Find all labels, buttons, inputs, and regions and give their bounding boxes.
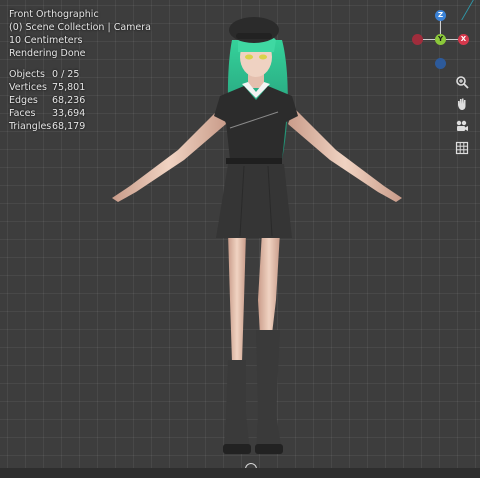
belt — [226, 158, 282, 164]
stat-row: Vertices 75,801 — [9, 81, 85, 94]
scale-label: 10 Centimeters — [9, 35, 83, 46]
right-boot — [256, 330, 282, 452]
scene-statistics: Objects 0 / 25 Vertices 75,801 Edges 68,236… — [9, 68, 85, 133]
render-status: Rendering Done — [9, 48, 86, 59]
stat-value: 0 / 25 — [52, 69, 80, 80]
stat-label: Triangles — [9, 121, 52, 132]
stat-row: Objects 0 / 25 — [9, 68, 85, 81]
navigation-gizmo[interactable]: Z Y X — [410, 8, 470, 70]
stat-label: Objects — [9, 69, 45, 80]
gizmo-z-axis[interactable]: Z — [435, 10, 446, 21]
skirt — [216, 164, 292, 238]
left-leg — [228, 232, 246, 362]
view-name: Front Orthographic — [9, 9, 99, 20]
right-arm — [288, 108, 402, 202]
viewport-info-overlay: Front Orthographic (0) Scene Collection … — [9, 8, 151, 133]
3d-viewport[interactable]: Front Orthographic (0) Scene Collection … — [0, 0, 480, 478]
stat-row: Edges 68,236 — [9, 94, 85, 107]
left-boot — [224, 360, 250, 452]
collection-label: (0) Scene Collection | Camera — [9, 22, 151, 33]
left-eye — [245, 54, 253, 60]
camera-icon[interactable] — [452, 116, 472, 136]
stat-value: 68,179 — [52, 121, 86, 132]
stat-label: Faces — [9, 108, 36, 119]
gizmo-x-axis[interactable]: X — [458, 34, 469, 45]
viewport-bottom-bar — [0, 468, 480, 478]
stat-row: Triangles 68,179 — [9, 120, 85, 133]
gizmo-neg-z-axis[interactable] — [435, 58, 446, 69]
viewport-tool-stack — [452, 72, 472, 160]
stat-label: Edges — [9, 95, 38, 106]
beret — [229, 17, 279, 43]
hand-pan-icon[interactable] — [452, 94, 472, 114]
right-leg — [258, 232, 280, 334]
gizmo-y-axis[interactable]: Y — [435, 34, 446, 45]
stat-row: Faces 33,694 — [9, 107, 85, 120]
right-eye — [259, 54, 267, 60]
stat-value: 68,236 — [52, 95, 86, 106]
stat-label: Vertices — [9, 82, 47, 93]
gizmo-neg-x-axis[interactable] — [412, 34, 423, 45]
stat-value: 75,801 — [52, 82, 86, 93]
stat-value: 33,694 — [52, 108, 86, 119]
zoom-icon[interactable] — [452, 72, 472, 92]
grid-icon[interactable] — [452, 138, 472, 158]
